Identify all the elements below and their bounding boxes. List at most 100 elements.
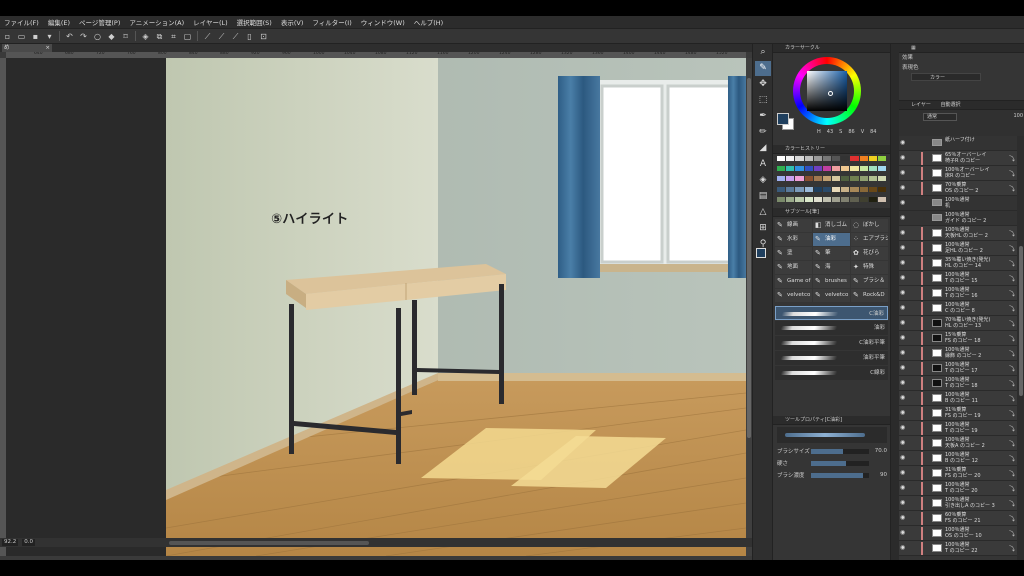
layer-row[interactable]: ◉ 100％通常 足HL のコピー 2 ⤵ [899,241,1017,256]
canvas-horizontal-scrollbar[interactable] [169,540,369,545]
color-history-swatch[interactable] [850,186,859,192]
layer-row[interactable]: ◉ 紙ハーフ付け [899,136,1017,151]
color-picker-dot[interactable] [828,91,833,96]
ruler-tool-icon[interactable]: ⊞ [755,221,771,236]
color-history-swatch[interactable] [877,186,886,192]
layer-row[interactable]: ◉ 100％通常 OS のコピー 10 ⤵ [899,526,1017,541]
color-history-swatch[interactable] [822,196,831,202]
grid-icon[interactable]: ⊡ [259,32,268,41]
layer-row[interactable]: ◉ 100％通常 B のコピー 12 ⤵ [899,451,1017,466]
select-tool-icon[interactable]: ⬚ [755,93,771,108]
saturation-value-square[interactable] [807,71,847,111]
color-history-swatch[interactable] [859,156,868,161]
visibility-eye-icon[interactable]: ◉ [900,184,908,191]
color-history-swatch[interactable] [795,156,804,161]
visibility-eye-icon[interactable]: ◉ [900,244,908,251]
visibility-eye-icon[interactable]: ◉ [900,469,908,476]
layer-row[interactable]: ◉ 31％乗算 FS のコピー 20 ⤵ [899,466,1017,481]
property-value[interactable]: 90 [869,472,887,478]
layer-row[interactable]: ◉ 70％乗算 OS のコピー 2 ⤵ [899,181,1017,196]
property-slider[interactable] [811,448,869,454]
layer-row[interactable]: ◉ 70％覆い焼き(発光) HL のコピー 13 ⤵ [899,316,1017,331]
display-color-select[interactable]: カラー [911,73,981,81]
ruler-snap-icon[interactable]: ⟋ [217,32,226,41]
color-history-swatch[interactable] [795,186,804,192]
color-history-swatch[interactable] [877,166,886,172]
redo-icon[interactable]: ↷ [79,32,88,41]
canvas-tab[interactable]: め × [2,44,52,52]
fill-icon[interactable]: ◆ [107,32,116,41]
clear-icon[interactable]: ○ [93,32,102,41]
menu-item[interactable]: ヘルプ(H) [414,17,443,27]
color-history-swatch[interactable] [832,196,841,202]
layer-row[interactable]: ◉ 15％乗算 FS のコピー 18 ⤵ [899,331,1017,346]
layer-row[interactable]: ◉ 100％通常 C のコピー 8 ⤵ [899,301,1017,316]
visibility-eye-icon[interactable]: ◉ [900,229,908,236]
layer-row[interactable]: ◉ 100％通常 T のコピー 15 ⤵ [899,271,1017,286]
visibility-eye-icon[interactable]: ◉ [900,439,908,446]
canvas-area[interactable]: ⑤ハイライト [6,58,746,556]
color-history-swatch[interactable] [804,156,813,161]
color-history-swatch[interactable] [777,166,786,172]
fill-tool-icon[interactable]: ◈ [755,173,771,188]
color-history-swatch[interactable] [795,196,804,202]
color-history-swatch[interactable] [786,186,795,192]
layer-row[interactable]: ◉ 100％通常 T のコピー 16 ⤵ [899,286,1017,301]
brush-item[interactable]: 油彩 [775,321,888,335]
color-history-swatch[interactable] [859,186,868,192]
subtool-tab[interactable]: ✦ 特殊 [851,261,888,274]
bucket-icon[interactable]: ◈ [141,32,150,41]
select-all-icon[interactable]: ▢ [183,32,192,41]
visibility-eye-icon[interactable]: ◉ [900,454,908,461]
layer-property-tab-icon[interactable]: ▦ [911,45,916,51]
layer-row[interactable]: ◉ 100％通常机 [899,196,1017,211]
visibility-eye-icon[interactable]: ◉ [900,349,908,356]
layer-row[interactable]: ◉ 100％通常 天板HL のコピー 2 ⤵ [899,226,1017,241]
visibility-eye-icon[interactable]: ◉ [900,424,908,431]
color-history-swatch[interactable] [859,166,868,172]
angle-field[interactable]: 0.0 [22,539,35,546]
color-history-swatch[interactable] [841,176,850,182]
layer-row[interactable]: ◉ 60％乗算 FS のコピー 21 ⤵ [899,511,1017,526]
visibility-eye-icon[interactable]: ◉ [900,514,908,521]
color-history-swatch[interactable] [777,156,786,161]
figure-tool-icon[interactable]: △ [755,205,771,220]
main-color-swatch[interactable] [756,248,766,258]
subtool-tab[interactable]: ✎ velvetco [775,289,812,302]
color-history-swatch[interactable] [786,176,795,182]
save-icon[interactable]: ▪ [31,32,40,41]
ruler-icon[interactable]: ⟋ [203,32,212,41]
visibility-eye-icon[interactable]: ◉ [900,319,908,326]
illustration-canvas[interactable]: ⑤ハイライト [166,58,746,556]
subtool-tab[interactable]: ✎ 線画 [775,219,812,232]
blend-mode-select[interactable]: 通常 [923,113,957,121]
layer-row[interactable]: ◉ 65％オーバーレイ 椅子R のコピー ⤵ [899,151,1017,166]
opacity-value[interactable]: 100 [1013,113,1023,119]
close-icon[interactable]: × [45,44,50,52]
color-history-swatch[interactable] [777,186,786,192]
subtool-tab[interactable]: ◌ ぼかし [851,219,888,232]
layer-row[interactable]: ◉ 35％覆い焼き(発光) HL のコピー 14 ⤵ [899,256,1017,271]
color-history-swatch[interactable] [841,196,850,202]
save-dropdown-icon[interactable]: ▾ [45,32,54,41]
property-slider[interactable] [811,460,869,466]
subtool-tab[interactable]: ✎ 地面 [775,261,812,274]
layer-row[interactable]: ◉ 100％通常 引き出しA のコピー 3 ⤵ [899,496,1017,511]
color-history-swatch[interactable] [777,176,786,182]
layer-row[interactable]: ◉ 100％通常 T のコピー 19 ⤵ [899,421,1017,436]
menu-item[interactable]: ページ管理(P) [79,17,120,27]
color-history-swatch[interactable] [822,176,831,182]
color-history-swatch[interactable] [868,156,877,161]
open-file-icon[interactable]: ▭ [17,32,26,41]
subtool-tab[interactable]: ✎ 塗 [775,247,812,260]
subtool-tab[interactable]: ✎ 海 [813,261,850,274]
menu-item[interactable]: 表示(V) [281,17,304,27]
color-history-swatch[interactable] [822,166,831,172]
color-history-swatch[interactable] [795,166,804,172]
color-history-swatch[interactable] [786,166,795,172]
color-history-swatch[interactable] [795,176,804,182]
visibility-eye-icon[interactable]: ◉ [900,289,908,296]
layer-row[interactable]: ◉ 31％乗算 FS のコピー 19 ⤵ [899,406,1017,421]
color-history-swatch[interactable] [832,156,841,161]
move-tool-icon[interactable]: ✥ [755,77,771,92]
